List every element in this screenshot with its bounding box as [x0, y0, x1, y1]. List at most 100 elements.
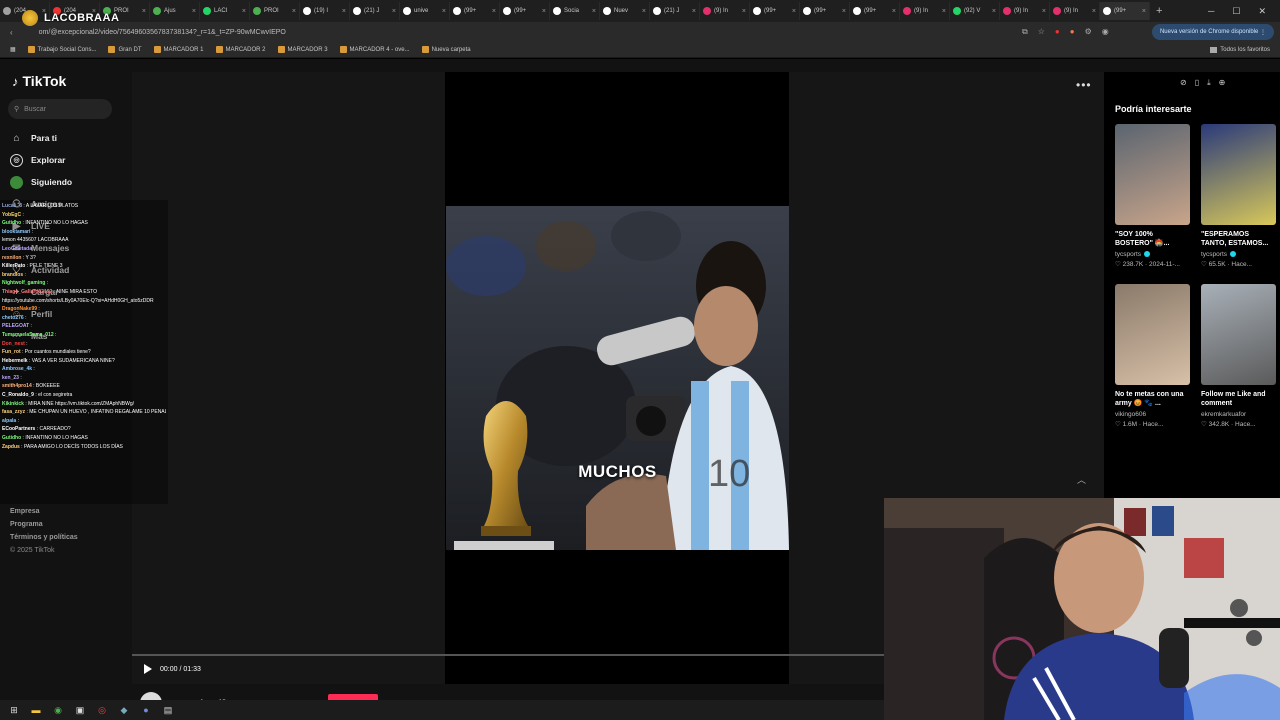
chat-username[interactable]: Kikinkick — [2, 401, 24, 407]
sidebar-item-home[interactable]: ⌂ Para ti — [10, 127, 72, 149]
browser-tab[interactable]: LACI × — [200, 2, 250, 20]
suggestion-user[interactable]: ekremkarkuafor — [1201, 411, 1246, 418]
chat-username[interactable]: fasa_zzyz — [2, 409, 25, 415]
browser-tab[interactable]: (99+ × — [800, 2, 850, 20]
browser-tab[interactable]: unive × — [400, 2, 450, 20]
chrome-icon[interactable]: ◉ — [52, 704, 64, 716]
browser-tab[interactable]: (99+ × — [850, 2, 900, 20]
suggestion-card[interactable]: "SOY 100% BOSTERO" 🏟️... tycsports ♡ 238.7… — [1115, 124, 1190, 268]
tab-close-icon[interactable]: × — [242, 8, 246, 15]
tab-close-icon[interactable]: × — [1042, 8, 1046, 15]
sidebar-item-compass[interactable]: ◎ Explorar — [10, 149, 72, 171]
suggestion-title[interactable]: "ESPERAMOS TANTO, ESTAMOS... — [1201, 230, 1276, 248]
footer-terms[interactable]: Términos y políticas — [10, 531, 78, 544]
tiktok-logo[interactable]: ♪ TikTok — [12, 73, 66, 89]
chat-username[interactable]: Nightwolf_gaming — [2, 280, 45, 286]
tab-close-icon[interactable]: × — [692, 8, 696, 15]
browser-tab[interactable]: (9) In × — [1050, 2, 1100, 20]
globe-icon[interactable]: ⊕ — [1219, 78, 1226, 88]
video-frame[interactable]: 10 — [446, 206, 789, 550]
chat-username[interactable]: Don_nest — [2, 341, 25, 347]
bookmark-item[interactable]: Nueva carpeta — [421, 46, 471, 53]
chat-username[interactable]: YobEgC — [2, 212, 21, 218]
chrome-update-button[interactable]: Nueva versión de Chrome disponible ⋮ — [1151, 24, 1274, 40]
tab-close-icon[interactable]: × — [792, 8, 796, 15]
new-tab-button[interactable]: + — [1156, 5, 1162, 17]
extension-icon-2[interactable]: ● — [1070, 27, 1075, 37]
phone-icon[interactable]: ▯ — [1195, 78, 1199, 88]
browser-tab[interactable]: (99+ × — [500, 2, 550, 20]
tab-close-icon[interactable]: × — [192, 8, 196, 15]
suggestion-card[interactable]: "ESPERAMOS TANTO, ESTAMOS... tycsports ♡ 6… — [1201, 124, 1276, 268]
cast-icon[interactable]: ⧉ — [1022, 27, 1028, 37]
suggestion-card[interactable]: No te metas con una army 😡 🐾 ... vikingo6… — [1115, 284, 1190, 428]
browser-tab[interactable]: (99+ × — [750, 2, 800, 20]
suggestion-user[interactable]: vikingo606 — [1115, 411, 1146, 418]
suggestion-title[interactable]: Follow me Like and comment — [1201, 390, 1276, 408]
chat-username[interactable]: rexnilon — [2, 255, 21, 261]
star-icon[interactable]: ☆ — [1038, 27, 1045, 37]
tab-close-icon[interactable]: × — [342, 8, 346, 15]
suggestion-user[interactable]: tycsports — [1115, 251, 1141, 258]
chat-username[interactable]: Lucas_8 — [2, 203, 22, 209]
tab-close-icon[interactable]: × — [592, 8, 596, 15]
suggestion-card[interactable]: Follow me Like and comment ekremkarkuafor… — [1201, 284, 1276, 428]
browser-tab[interactable]: (9) In × — [1000, 2, 1050, 20]
puzzle-icon[interactable]: ⚙ — [1085, 27, 1092, 37]
browser-tab[interactable]: (99+ × — [450, 2, 500, 20]
app-icon-3[interactable]: ◆ — [118, 704, 130, 716]
profile-icon[interactable]: ◉ — [1102, 27, 1109, 37]
bookmark-item[interactable]: MARCADOR 2 — [215, 46, 266, 53]
chat-username[interactable]: PELEGOAT — [2, 323, 29, 329]
extension-icon[interactable]: ● — [1055, 27, 1060, 37]
bookmark-item[interactable]: Gran DT — [108, 46, 142, 53]
more-options-icon[interactable]: ••• — [1076, 78, 1092, 92]
search-input[interactable]: ⚲ Buscar — [8, 99, 112, 119]
back-icon[interactable]: ‹ — [10, 28, 13, 37]
tab-close-icon[interactable]: × — [992, 8, 996, 15]
browser-tab[interactable]: (92) V × — [950, 2, 1000, 20]
chat-username[interactable]: Hebermelk — [2, 358, 28, 364]
discord-icon[interactable]: ● — [140, 704, 152, 716]
apps-icon[interactable]: ▦ — [10, 46, 16, 53]
minimize-icon[interactable]: ─ — [1208, 6, 1214, 16]
chat-username[interactable]: brandlos — [2, 272, 23, 278]
app-icon-1[interactable]: ▣ — [74, 704, 86, 716]
browser-tab[interactable]: (21) J × — [350, 2, 400, 20]
close-window-icon[interactable]: ✕ — [1258, 6, 1266, 17]
tab-close-icon[interactable]: × — [892, 8, 896, 15]
chat-username[interactable]: ken_23 — [2, 375, 19, 381]
download-icon[interactable]: ⤓ — [1207, 78, 1211, 88]
chat-username[interactable]: Fun_rot — [2, 349, 21, 355]
tab-close-icon[interactable]: × — [842, 8, 846, 15]
all-bookmarks[interactable]: Todos los favoritos — [1210, 42, 1270, 58]
tab-close-icon[interactable]: × — [742, 8, 746, 15]
suggestion-user[interactable]: tycsports — [1201, 251, 1227, 258]
chat-username[interactable]: LeoGaletada — [2, 246, 32, 252]
browser-tab[interactable]: Socia × — [550, 2, 600, 20]
suggestion-thumbnail[interactable] — [1115, 284, 1190, 385]
chat-username[interactable]: smith4pro14 — [2, 383, 32, 389]
maximize-icon[interactable]: ☐ — [1232, 6, 1240, 17]
bookmark-item[interactable]: MARCADOR 1 — [153, 46, 204, 53]
chat-username[interactable]: TumamaelaSama_012 — [2, 332, 54, 338]
bookmark-item[interactable]: MARCADOR 4 - ove... — [339, 46, 410, 53]
video-progress-bar[interactable] — [132, 654, 884, 656]
suggestion-title[interactable]: No te metas con una army 😡 🐾 ... — [1115, 390, 1190, 408]
file-explorer-icon[interactable]: ▬ — [30, 704, 42, 716]
scroll-up-icon[interactable]: ︿ — [1077, 473, 1086, 486]
browser-tab[interactable]: (9) In × — [700, 2, 750, 20]
browser-tab[interactable]: Ajus × — [150, 2, 200, 20]
app-icon-2[interactable]: ◎ — [96, 704, 108, 716]
tab-close-icon[interactable]: × — [292, 8, 296, 15]
footer-program[interactable]: Programa — [10, 518, 78, 531]
browser-tab[interactable]: PROI × — [250, 2, 300, 20]
suggestion-thumbnail[interactable] — [1201, 284, 1276, 385]
suggestion-thumbnail[interactable] — [1201, 124, 1276, 225]
chat-username[interactable]: alpala — [2, 418, 16, 424]
suggestion-thumbnail[interactable] — [1115, 124, 1190, 225]
chat-username[interactable]: cheto276 — [2, 315, 24, 321]
tab-close-icon[interactable]: × — [1092, 8, 1096, 15]
chat-username[interactable]: Gutidho — [2, 435, 21, 441]
tab-close-icon[interactable]: × — [492, 8, 496, 15]
